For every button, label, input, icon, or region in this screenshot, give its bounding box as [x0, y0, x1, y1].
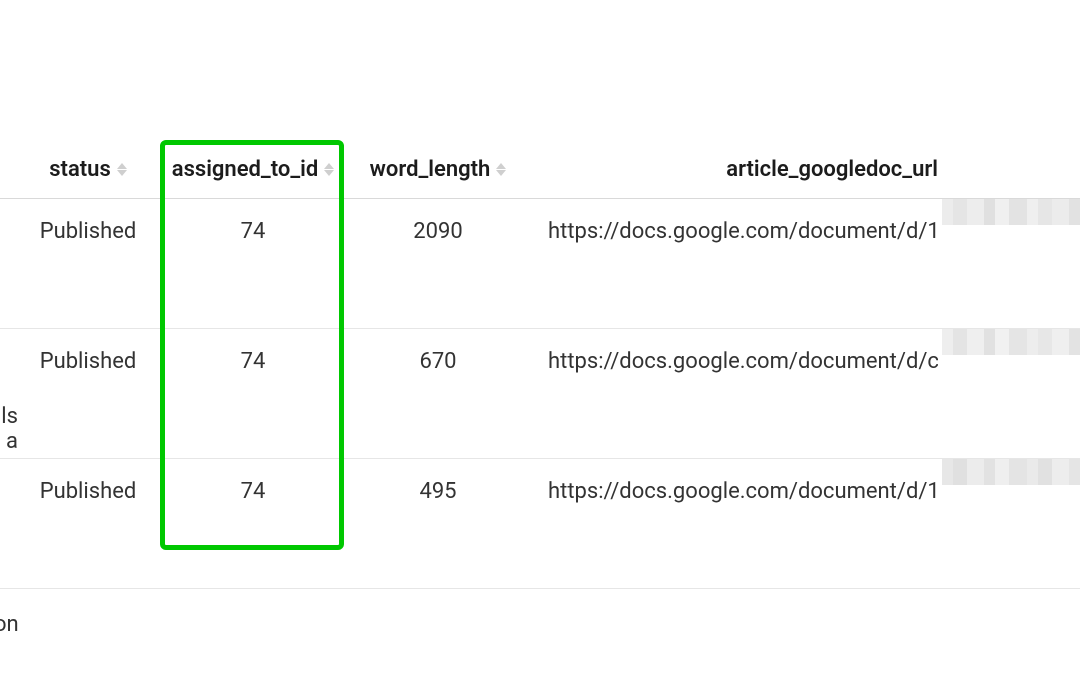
cell-redacted-url-tail: [938, 199, 1080, 329]
cell-status: Published: [18, 199, 158, 329]
cell-article-url[interactable]: https://docs.google.com/document/d/1: [528, 199, 938, 329]
cell-status: Published: [18, 329, 158, 459]
cell-fragment-left: [0, 199, 18, 329]
cell-word-length: 670: [348, 329, 528, 459]
col-header-label: assigned_to_id: [172, 157, 319, 182]
col-header-label: article_googledoc_url: [726, 157, 938, 182]
cell-redacted-url-tail: [938, 459, 1080, 589]
sort-icon[interactable]: [117, 163, 127, 176]
cell-fragment-left: lsa: [0, 329, 18, 459]
redacted-segment: [942, 329, 1080, 355]
data-table-container: status assigned_to_id: [0, 145, 1080, 589]
col-header-word-length[interactable]: word_length: [348, 145, 528, 199]
cell-assigned-to-id: 74: [158, 199, 348, 329]
col-header-label: word_length: [370, 157, 491, 182]
table-header-row: status assigned_to_id: [0, 145, 1080, 199]
table-row[interactable]: Published74495https://docs.google.com/do…: [0, 459, 1080, 589]
cell-fragment-left: [0, 459, 18, 589]
data-table: status assigned_to_id: [0, 145, 1080, 589]
col-header-assigned-to-id[interactable]: assigned_to_id: [158, 145, 348, 199]
sort-icon[interactable]: [496, 163, 506, 176]
col-header-label: status: [49, 157, 111, 182]
cell-article-url[interactable]: https://docs.google.com/document/d/c: [528, 329, 938, 459]
table-row[interactable]: lsaPublished74670https://docs.google.com…: [0, 329, 1080, 459]
cell-word-length: 495: [348, 459, 528, 589]
cutoff-text-fragment: on: [0, 612, 19, 637]
cell-status: Published: [18, 459, 158, 589]
cell-redacted-url-tail: [938, 329, 1080, 459]
redacted-segment: [942, 199, 1080, 225]
table-row[interactable]: Published742090https://docs.google.com/d…: [0, 199, 1080, 329]
col-header-status[interactable]: status: [18, 145, 158, 199]
sort-icon[interactable]: [324, 163, 334, 176]
cell-word-length: 2090: [348, 199, 528, 329]
table-body: Published742090https://docs.google.com/d…: [0, 199, 1080, 589]
cell-article-url[interactable]: https://docs.google.com/document/d/1: [528, 459, 938, 589]
cell-assigned-to-id: 74: [158, 459, 348, 589]
col-header-fragment-right: [938, 145, 1080, 199]
col-header-fragment-left: [0, 145, 18, 199]
cell-assigned-to-id: 74: [158, 329, 348, 459]
redacted-segment: [942, 459, 1080, 485]
col-header-article-url[interactable]: article_googledoc_url: [528, 145, 938, 199]
